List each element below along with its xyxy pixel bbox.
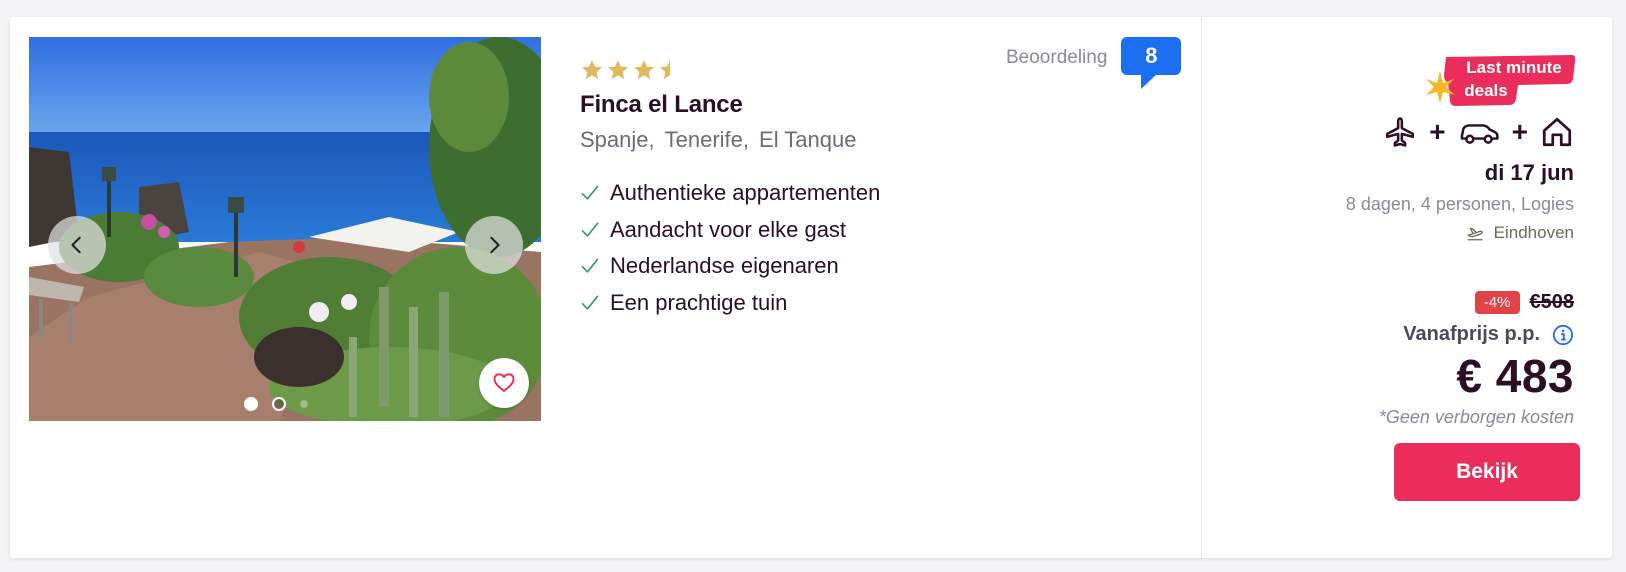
heart-icon [493, 373, 515, 392]
info-icon[interactable] [1552, 324, 1574, 346]
check-icon [581, 185, 599, 200]
no-hidden-costs-note: *Geen verborgen kosten [1378, 407, 1574, 427]
current-price: € 483 [1456, 350, 1574, 402]
car-icon [1460, 124, 1499, 144]
gallery-next-button[interactable] [465, 216, 523, 274]
photo-gallery[interactable] [29, 37, 541, 421]
usp-text: Een prachtige tuin [610, 289, 788, 315]
favorite-button[interactable] [479, 358, 529, 408]
plane-departure-icon [1467, 227, 1483, 241]
star-icon [634, 60, 654, 79]
star-icon [582, 60, 602, 79]
hotel-card[interactable]: Finca el Lance Spanje, Tenerife, El Tanq… [10, 17, 1612, 558]
usp-text: Authentieke appartementen [610, 180, 881, 206]
deal-tag-line1: Last minute [1466, 58, 1561, 77]
star-icon [608, 60, 628, 79]
from-price-row: Vanafprijs p.p. [1403, 323, 1574, 346]
house-icon [1542, 117, 1572, 147]
half-star-icon [660, 60, 670, 79]
original-price-row: -4% €508 [1474, 291, 1575, 314]
package-components: + + [1383, 115, 1574, 149]
hotel-photo [29, 37, 541, 421]
usp-item: Aandacht voor elke gast [580, 212, 880, 249]
view-button[interactable]: Bekijk [1394, 443, 1580, 501]
usp-item: Een prachtige tuin [580, 285, 880, 322]
departure-airport: Eindhoven [1466, 223, 1574, 243]
location-country: Spanje, [580, 127, 655, 152]
usp-text: Nederlandse eigenaren [610, 253, 839, 279]
discount-badge: -4% [1474, 291, 1520, 314]
hotel-name[interactable]: Finca el Lance [580, 91, 880, 119]
review-rating: Beoordeling 8 [1006, 37, 1182, 89]
chevron-right-icon [490, 236, 500, 254]
chevron-left-icon [71, 236, 81, 254]
hotel-location: Spanje, Tenerife, El Tanque [580, 127, 880, 153]
gallery-prev-button[interactable] [48, 216, 106, 274]
rating-label: Beoordeling [1006, 47, 1108, 68]
price-panel: Last minute deals + + di 17 jun 8 dagen,… [1202, 17, 1612, 558]
hotel-info: Finca el Lance Spanje, Tenerife, El Tanq… [580, 57, 880, 337]
plus-sign: + [1429, 116, 1446, 147]
plane-icon [1386, 117, 1415, 147]
rating-score-badge: 8 [1121, 37, 1182, 89]
check-icon [581, 295, 599, 310]
deal-tag-line2: deals [1464, 81, 1507, 100]
airport-name: Eindhoven [1493, 223, 1574, 242]
location-city: El Tanque [759, 127, 857, 152]
gallery-dots [244, 397, 308, 411]
old-price: €508 [1529, 291, 1575, 313]
from-price-label: Vanafprijs p.p. [1403, 323, 1540, 345]
gallery-dot-3[interactable] [300, 400, 308, 408]
usp-item: Nederlandse eigenaren [580, 248, 880, 285]
trip-details: 8 dagen, 4 personen, Logies [1345, 194, 1574, 214]
check-icon [581, 222, 599, 237]
usp-item: Authentieke appartementen [580, 175, 880, 212]
plus-sign: + [1511, 116, 1528, 147]
usp-list: Authentieke appartementen Aandacht voor … [580, 175, 880, 321]
departure-date: di 17 jun [1484, 160, 1574, 185]
gallery-dot-2[interactable] [272, 397, 286, 411]
location-region: Tenerife, [664, 127, 750, 152]
star-rating [580, 57, 880, 83]
check-icon [581, 258, 599, 273]
last-minute-deal-tag: Last minute deals [1426, 55, 1576, 106]
gallery-dot-1[interactable] [244, 397, 258, 411]
usp-text: Aandacht voor elke gast [610, 216, 847, 242]
